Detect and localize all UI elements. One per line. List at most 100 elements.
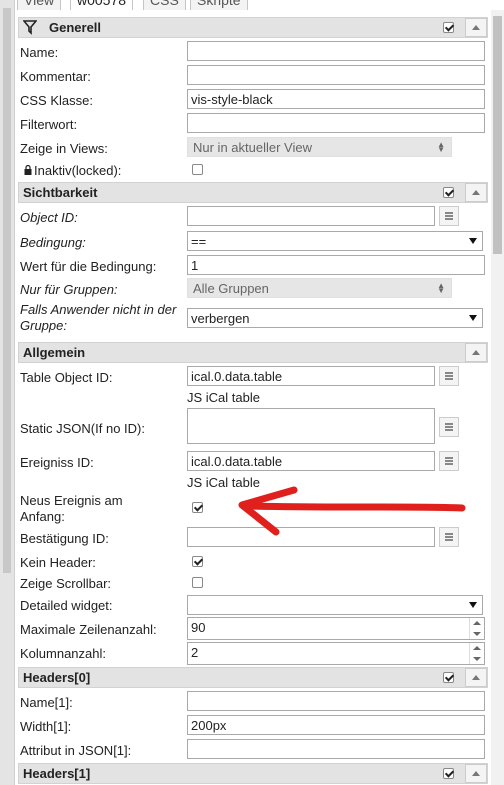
vertical-scrollbar[interactable] xyxy=(491,10,504,785)
tab-bar: View w00578 CSS Skripte xyxy=(14,0,504,10)
left-scroll-thumb[interactable] xyxy=(3,8,11,573)
select-id-button[interactable] xyxy=(439,527,459,547)
neus-ereignis-checkbox[interactable] xyxy=(192,502,203,513)
zeige-scrollbar-checkbox[interactable] xyxy=(192,577,203,588)
css-class-field[interactable]: vis-style-black xyxy=(187,89,485,109)
section-headers-1[interactable]: Headers[1] xyxy=(18,763,488,784)
max-zeilen-field[interactable]: 90 xyxy=(187,617,485,640)
updown-icon: ▲ ▼ xyxy=(437,281,445,295)
list-icon xyxy=(445,212,453,220)
section-sichtbarkeit[interactable]: Sichtbarkeit xyxy=(18,182,488,203)
chevron-down-icon xyxy=(469,315,477,321)
filter-icon[interactable] xyxy=(23,20,37,35)
collapse-icon[interactable] xyxy=(465,764,487,783)
max-zeilen-label: Maximale Zeilenanzahl: xyxy=(20,622,157,637)
inaktiv-label: Inaktiv(locked): xyxy=(34,163,122,178)
section-title: Allgemein xyxy=(23,345,86,360)
kein-header-label: Kein Header: xyxy=(20,555,96,570)
tab-view[interactable]: View xyxy=(17,0,62,10)
section-title: Headers[1] xyxy=(23,766,91,781)
name-label: Name: xyxy=(20,45,59,60)
falls-select-value: verbergen xyxy=(191,311,250,326)
views-label: Zeige in Views: xyxy=(20,141,108,156)
static-json-label: Static JSON(If no ID): xyxy=(20,421,145,436)
filterwort-field[interactable] xyxy=(187,113,485,133)
spinner-icon[interactable] xyxy=(469,618,484,639)
inaktiv-checkbox[interactable] xyxy=(192,164,203,175)
table-hint: JS iCal table xyxy=(187,390,260,405)
left-scroll-strip[interactable] xyxy=(0,0,15,785)
header-attribut-label: Attribut in JSON[1]: xyxy=(20,743,132,758)
section-title: Generell xyxy=(49,20,102,35)
bestaetigung-field[interactable] xyxy=(187,527,435,547)
views-select[interactable]: Nur in aktueller View ▲ ▼ xyxy=(187,137,452,157)
section-title: Headers[0] xyxy=(23,670,91,685)
object-id-field[interactable] xyxy=(187,206,435,226)
object-id-label: Object ID: xyxy=(20,210,78,225)
filterwort-label: Filterwort: xyxy=(20,117,78,132)
kolumnanzahl-label: Kolumnanzahl: xyxy=(20,646,106,661)
section-visible-checkbox[interactable] xyxy=(443,768,454,779)
neus-ereignis-label: Neus Ereignis am Anfang: xyxy=(20,493,123,524)
views-select-value: Nur in aktueller View xyxy=(193,140,312,155)
section-visible-checkbox[interactable] xyxy=(443,187,454,198)
list-icon xyxy=(445,457,453,465)
section-visible-checkbox[interactable] xyxy=(443,22,454,33)
list-icon xyxy=(445,423,453,431)
bestaetigung-label: Bestätigung ID: xyxy=(20,531,109,546)
select-id-button[interactable] xyxy=(439,206,459,226)
wert-field[interactable]: 1 xyxy=(187,255,485,275)
css-class-label: CSS Klasse: xyxy=(20,93,93,108)
collapse-icon[interactable] xyxy=(465,668,487,687)
detailed-widget-select[interactable] xyxy=(187,595,483,615)
name-field[interactable] xyxy=(187,41,485,61)
scrollbar-thumb[interactable] xyxy=(493,16,502,254)
falls-select[interactable]: verbergen xyxy=(187,308,483,328)
gruppen-select[interactable]: Alle Gruppen ▲ ▼ xyxy=(187,278,452,298)
select-id-button[interactable] xyxy=(439,451,459,471)
header-attribut-field[interactable] xyxy=(187,739,485,759)
ereignis-id-field[interactable]: ical.0.data.table xyxy=(187,451,435,471)
list-icon xyxy=(445,372,453,380)
table-object-id-field[interactable]: ical.0.data.table xyxy=(187,366,435,386)
select-id-button[interactable] xyxy=(439,417,459,437)
falls-label: Falls Anwender nicht in der Gruppe: xyxy=(20,302,177,333)
lock-icon xyxy=(24,165,32,175)
section-headers-0[interactable]: Headers[0] xyxy=(18,667,488,688)
select-id-button[interactable] xyxy=(439,366,459,386)
bedingung-select-value: == xyxy=(191,234,207,249)
chevron-down-icon xyxy=(469,602,477,608)
tab-widget[interactable]: w00578 xyxy=(70,0,134,10)
tab-skripte[interactable]: Skripte xyxy=(190,0,248,10)
section-visible-checkbox[interactable] xyxy=(443,672,454,683)
header-width-field[interactable]: 200px xyxy=(187,715,485,735)
updown-icon: ▲ ▼ xyxy=(437,140,445,154)
bedingung-label: Bedingung: xyxy=(20,235,86,250)
collapse-icon[interactable] xyxy=(465,183,487,202)
max-zeilen-value: 90 xyxy=(191,620,206,635)
collapse-icon[interactable] xyxy=(465,343,487,362)
static-json-textarea[interactable] xyxy=(187,408,435,444)
detailed-widget-label: Detailed widget: xyxy=(20,598,113,613)
wert-label: Wert für die Bedingung: xyxy=(20,259,157,274)
chevron-down-icon xyxy=(469,238,477,244)
properties-panel: Generell Name: Kommentar: CSS Klasse: vi… xyxy=(14,10,490,785)
zeige-scrollbar-label: Zeige Scrollbar: xyxy=(20,576,112,591)
kein-header-checkbox[interactable] xyxy=(192,556,203,567)
header-name-field[interactable] xyxy=(187,691,485,711)
section-generell[interactable]: Generell xyxy=(18,17,488,38)
section-allgemein[interactable]: Allgemein xyxy=(18,342,488,363)
kolumnanzahl-field[interactable]: 2 xyxy=(187,642,485,665)
table-object-id-label: Table Object ID: xyxy=(20,370,113,385)
section-title: Sichtbarkeit xyxy=(23,185,98,200)
kolumnanzahl-value: 2 xyxy=(191,645,199,660)
kommentar-field[interactable] xyxy=(187,65,485,85)
spinner-icon[interactable] xyxy=(469,643,484,664)
gruppen-select-value: Alle Gruppen xyxy=(193,281,269,296)
ereignis-hint: JS iCal table xyxy=(187,475,260,490)
tab-css[interactable]: CSS xyxy=(143,0,186,10)
list-icon xyxy=(445,533,453,541)
bedingung-select[interactable]: == xyxy=(187,231,483,251)
collapse-icon[interactable] xyxy=(465,18,487,37)
ereignis-id-label: Ereigniss ID: xyxy=(20,455,94,470)
